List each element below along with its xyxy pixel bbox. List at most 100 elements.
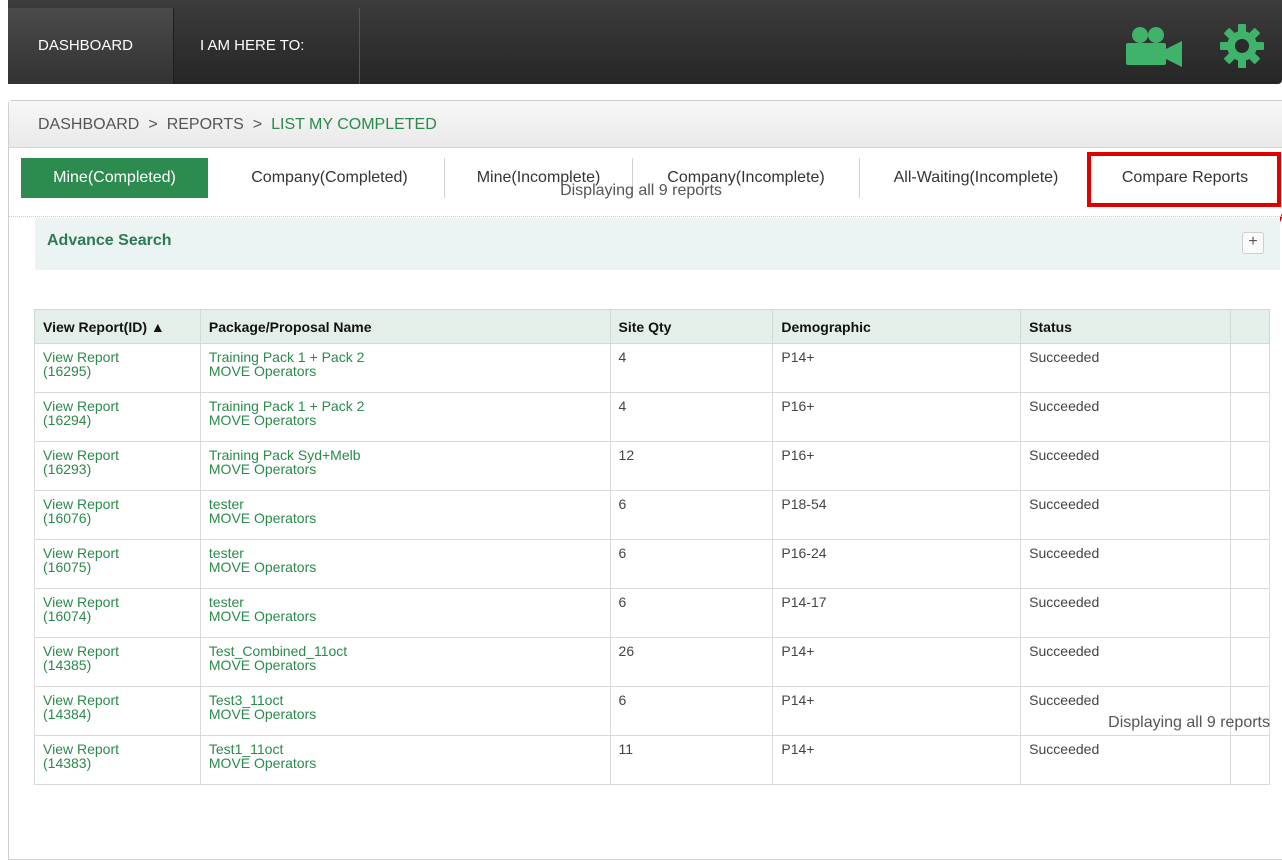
view-report-cell: View Report (16076)	[34, 490, 201, 540]
header-view-report-id[interactable]: View Report(ID) ▲	[34, 309, 201, 344]
package-name-cell: tester MOVE Operators	[199, 539, 611, 589]
demographic-cell: P16+	[772, 441, 1022, 491]
package-name[interactable]: Test_Combined_11oct	[209, 644, 602, 658]
header-site-qty: Site Qty	[609, 309, 774, 344]
header-package-name: Package/Proposal Name	[199, 309, 611, 344]
operator-name[interactable]: MOVE Operators	[209, 462, 602, 476]
header-status: Status	[1020, 309, 1231, 344]
extra-cell	[1230, 490, 1270, 540]
package-name[interactable]: Test1_11oct	[209, 742, 602, 756]
status-cell: Succeeded	[1020, 735, 1231, 785]
site-qty-cell: 6	[609, 588, 774, 638]
advance-search-bar[interactable]: Advance Search +	[35, 218, 1280, 270]
package-name[interactable]: tester	[209, 595, 602, 609]
breadcrumb-dashboard[interactable]: DASHBOARD	[38, 116, 139, 133]
view-report-link[interactable]: View Report	[43, 742, 192, 756]
package-name[interactable]: Training Pack 1 + Pack 2	[209, 399, 602, 413]
report-id[interactable]: (16295)	[43, 364, 192, 378]
reports-table: View Report(ID) ▲ Package/Proposal Name …	[34, 309, 1270, 785]
operator-name[interactable]: MOVE Operators	[209, 560, 602, 574]
operator-name[interactable]: MOVE Operators	[209, 364, 602, 378]
tabs-divider	[9, 216, 1282, 217]
operator-name[interactable]: MOVE Operators	[209, 756, 602, 770]
view-report-link[interactable]: View Report	[43, 693, 192, 707]
advance-search-title[interactable]: Advance Search	[47, 232, 172, 250]
demographic-cell: P16-24	[772, 539, 1022, 589]
operator-name[interactable]: MOVE Operators	[209, 413, 602, 427]
expand-plus-icon[interactable]: +	[1242, 232, 1264, 254]
breadcrumb-reports[interactable]: REPORTS	[167, 116, 244, 133]
report-id[interactable]: (16074)	[43, 609, 192, 623]
extra-cell	[1230, 441, 1270, 491]
view-report-link[interactable]: View Report	[43, 497, 192, 511]
operator-name[interactable]: MOVE Operators	[209, 707, 602, 721]
view-report-cell: View Report (16074)	[34, 588, 201, 638]
extra-cell	[1230, 588, 1270, 638]
package-name[interactable]: tester	[209, 546, 602, 560]
package-name-cell: Training Pack 1 + Pack 2 MOVE Operators	[199, 392, 611, 442]
report-id[interactable]: (16293)	[43, 462, 192, 476]
table-row: View Report (16295) Training Pack 1 + Pack…	[34, 343, 1270, 393]
status-cell: Succeeded	[1020, 539, 1231, 589]
view-report-link[interactable]: View Report	[43, 546, 192, 560]
report-id[interactable]: (14384)	[43, 707, 192, 721]
report-id[interactable]: (16294)	[43, 413, 192, 427]
site-qty-cell: 6	[609, 490, 774, 540]
breadcrumb-current: LIST MY COMPLETED	[271, 116, 437, 133]
extra-cell	[1230, 637, 1270, 687]
table-row: View Report (16074) tester MOVE Operators 6 P…	[34, 588, 1270, 638]
package-name-cell: tester MOVE Operators	[199, 490, 611, 540]
view-report-link[interactable]: View Report	[43, 350, 192, 364]
operator-name[interactable]: MOVE Operators	[209, 658, 602, 672]
nav-dashboard[interactable]: DASHBOARD	[8, 8, 174, 84]
view-report-link[interactable]: View Report	[43, 595, 192, 609]
site-qty-cell: 11	[609, 735, 774, 785]
view-report-link[interactable]: View Report	[43, 448, 192, 462]
display-count-bottom: Displaying all 9 reports	[1108, 714, 1270, 731]
package-name[interactable]: Training Pack 1 + Pack 2	[209, 350, 602, 364]
view-report-cell: View Report (16294)	[34, 392, 201, 442]
view-report-cell: View Report (14383)	[34, 735, 201, 785]
package-name[interactable]: Training Pack Syd+Melb	[209, 448, 602, 462]
status-cell: Succeeded	[1020, 588, 1231, 638]
breadcrumb: DASHBOARD > REPORTS > LIST MY COMPLETED	[38, 116, 437, 134]
view-report-cell: View Report (14384)	[34, 686, 201, 736]
package-name[interactable]: Test3_11oct	[209, 693, 602, 707]
status-cell: Succeeded	[1020, 441, 1231, 491]
view-report-cell: View Report (16293)	[34, 441, 201, 491]
operator-name[interactable]: MOVE Operators	[209, 511, 602, 525]
demographic-cell: P16+	[772, 392, 1022, 442]
package-name[interactable]: tester	[209, 497, 602, 511]
site-qty-cell: 4	[609, 343, 774, 393]
header-extra	[1230, 309, 1270, 344]
report-id[interactable]: (16075)	[43, 560, 192, 574]
demographic-cell: P14+	[772, 637, 1022, 687]
report-id[interactable]: (14385)	[43, 658, 192, 672]
status-cell: Succeeded	[1020, 637, 1231, 687]
site-qty-cell: 6	[609, 686, 774, 736]
breadcrumb-bar: DASHBOARD > REPORTS > LIST MY COMPLETED	[9, 101, 1282, 148]
top-navbar: DASHBOARD I AM HERE TO:	[8, 0, 1282, 84]
table-row: View Report (14384) Test3_11oct MOVE Operat…	[34, 686, 1270, 736]
view-report-link[interactable]: View Report	[43, 644, 192, 658]
report-id[interactable]: (16076)	[43, 511, 192, 525]
table-row: View Report (16293) Training Pack Syd+Melb…	[34, 441, 1270, 491]
view-report-link[interactable]: View Report	[43, 399, 192, 413]
package-name-cell: Training Pack 1 + Pack 2 MOVE Operators	[199, 343, 611, 393]
report-id[interactable]: (14383)	[43, 756, 192, 770]
gear-icon[interactable]	[1218, 22, 1266, 75]
video-camera-icon[interactable]	[1120, 25, 1184, 74]
status-cell: Succeeded	[1020, 392, 1231, 442]
view-report-cell: View Report (16075)	[34, 539, 201, 589]
site-qty-cell: 4	[609, 392, 774, 442]
nav-i-am-here-to[interactable]: I AM HERE TO:	[174, 8, 360, 84]
table-header-row: View Report(ID) ▲ Package/Proposal Name …	[34, 309, 1270, 344]
breadcrumb-separator: >	[252, 116, 263, 133]
demographic-cell: P14+	[772, 343, 1022, 393]
display-count-top: Displaying all 9 reports	[560, 182, 722, 199]
operator-name[interactable]: MOVE Operators	[209, 609, 602, 623]
site-qty-cell: 6	[609, 539, 774, 589]
demographic-cell: P18-54	[772, 490, 1022, 540]
package-name-cell: Test1_11oct MOVE Operators	[199, 735, 611, 785]
table-row: View Report (14385) Test_Combined_11oct MOV…	[34, 637, 1270, 687]
